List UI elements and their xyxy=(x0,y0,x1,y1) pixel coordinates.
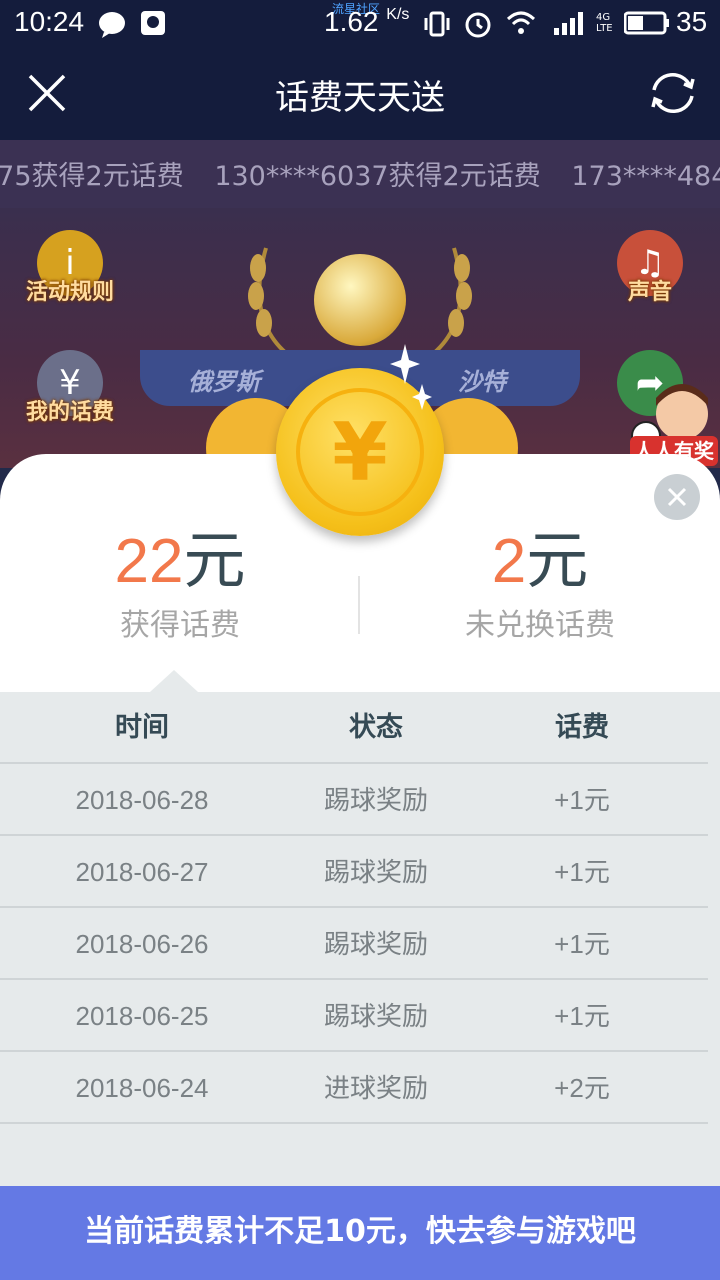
unredeemed-stat: 2元 未兑换话费 xyxy=(360,526,720,644)
my-credit-label: 我的话费 xyxy=(25,400,114,425)
vibrate-icon xyxy=(424,11,450,37)
row-date: 2018-06-26 xyxy=(75,929,209,959)
table-header: 时间 状态 话费 xyxy=(0,692,708,764)
my-credit-button[interactable]: ¥ 我的话费 xyxy=(20,350,120,426)
close-panel-button[interactable] xyxy=(654,474,700,520)
table-row: 2018-06-24 进球奖励 +2元 xyxy=(0,1050,708,1124)
ticker-item: 130****6037获得2元话费 xyxy=(214,161,541,192)
alarm-icon xyxy=(465,12,491,38)
play-game-button[interactable]: 当前话费累计不足10元，快去参与游戏吧 xyxy=(0,1186,720,1280)
qq-icon xyxy=(141,11,165,35)
yen-icon: ¥ xyxy=(296,388,424,516)
row-amount: +2元 xyxy=(554,1073,610,1103)
laurel-right-icon xyxy=(432,247,472,355)
row-date: 2018-06-25 xyxy=(75,1001,209,1031)
sparkle-icon xyxy=(412,384,432,410)
nav-bar: 话费天天送 xyxy=(0,48,720,140)
status-time: 10:24 xyxy=(14,6,85,37)
battery-level: 35 xyxy=(676,6,708,37)
team-right: 沙特 xyxy=(458,368,506,396)
close-icon xyxy=(667,487,687,507)
net-speed: 1.62 K/s xyxy=(324,6,410,37)
signal-icon xyxy=(554,12,583,35)
row-date: 2018-06-27 xyxy=(75,857,209,887)
unredeemed-label: 未兑换话费 xyxy=(465,608,615,643)
table-row: 2018-06-25 踢球奖励 +1元 xyxy=(0,978,708,1052)
row-amount: +1元 xyxy=(554,1001,610,1031)
table-bottom-line xyxy=(0,1122,708,1126)
football-trophy-icon xyxy=(314,254,406,346)
row-date: 2018-06-24 xyxy=(75,1073,209,1103)
ticker-track: 575获得2元话费 130****6037获得2元话费 173****4846获 xyxy=(0,154,720,193)
page-title: 话费天天送 xyxy=(275,78,445,118)
earned-label: 获得话费 xyxy=(120,608,240,643)
status-bar: 10:24 流星社区 1.62 K/s 4G LTE 35 xyxy=(0,0,720,48)
refresh-icon[interactable] xyxy=(648,68,698,118)
unredeemed-value: 2元 xyxy=(491,527,589,596)
message-icon xyxy=(99,12,125,38)
earned-value: 22元 xyxy=(114,527,246,596)
header-status: 状态 xyxy=(349,712,403,743)
network-type: 4G LTE xyxy=(596,12,613,34)
table-row: 2018-06-26 踢球奖励 +1元 xyxy=(0,906,708,980)
wifi-icon xyxy=(506,11,536,34)
rules-button[interactable]: i 活动规则 xyxy=(20,230,120,306)
header-amount: 话费 xyxy=(555,712,609,743)
sound-label: 声音 xyxy=(627,280,672,305)
winners-ticker: 575获得2元话费 130****6037获得2元话费 173****4846获 xyxy=(0,140,720,208)
row-status: 踢球奖励 xyxy=(323,785,428,815)
header-time: 时间 xyxy=(115,712,169,743)
row-amount: +1元 xyxy=(554,785,610,815)
row-status: 踢球奖励 xyxy=(323,1001,428,1031)
row-amount: +1元 xyxy=(554,857,610,887)
tab-pointer xyxy=(150,670,198,692)
team-left: 俄罗斯 xyxy=(188,368,260,396)
row-status: 踢球奖励 xyxy=(323,929,428,959)
rules-label: 活动规则 xyxy=(25,280,114,305)
ticker-item: 575获得2元话费 xyxy=(0,161,184,192)
ticker-item: 173****4846获 xyxy=(571,161,720,192)
earned-stat: 22元 获得话费 xyxy=(0,526,360,644)
table-row: 2018-06-27 踢球奖励 +1元 xyxy=(0,834,708,908)
row-status: 进球奖励 xyxy=(323,1073,428,1103)
battery-icon xyxy=(624,11,669,35)
row-date: 2018-06-28 xyxy=(75,785,209,815)
history-table: 时间 状态 话费 2018-06-28 踢球奖励 +1元 2018-06-27 … xyxy=(0,692,720,1186)
row-amount: +1元 xyxy=(554,929,610,959)
row-status: 踢球奖励 xyxy=(323,857,428,887)
sound-button[interactable]: ♫ 声音 xyxy=(600,230,700,306)
table-row: 2018-06-28 踢球奖励 +1元 xyxy=(0,762,708,836)
laurel-left-icon xyxy=(248,247,288,355)
sparkle-icon xyxy=(390,344,420,384)
